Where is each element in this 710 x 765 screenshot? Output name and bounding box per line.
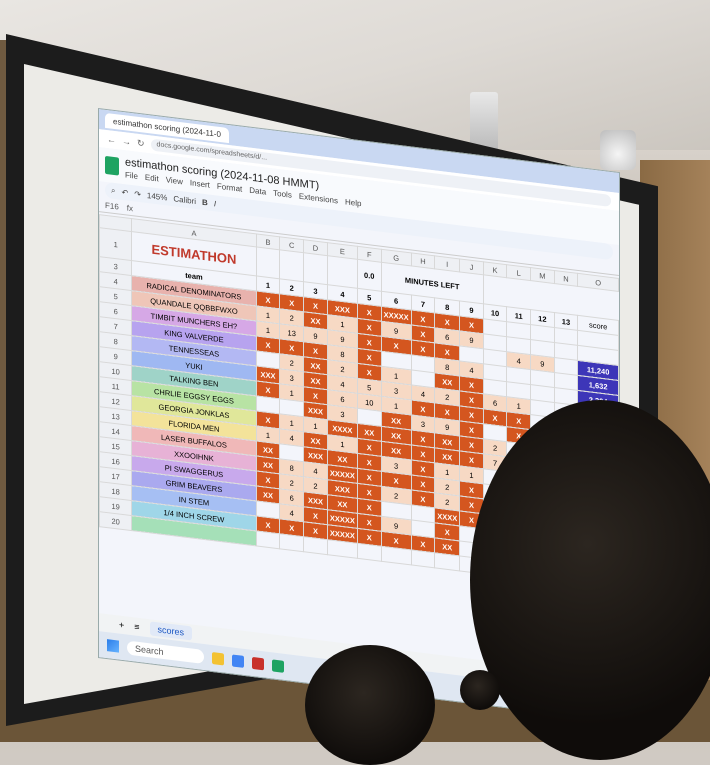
font-select[interactable]: Calibri [173,194,196,206]
bold-icon[interactable]: B [202,197,208,207]
empty-cell[interactable] [327,255,358,289]
windows-start-icon[interactable] [107,639,119,653]
row-header[interactable]: 20 [99,511,132,531]
column-header-m[interactable]: M [530,267,555,284]
column-header-l[interactable]: L [506,264,531,281]
column-header-k[interactable]: K [483,261,507,278]
file-explorer-icon[interactable] [211,651,224,666]
menu-item-view[interactable]: View [166,175,183,186]
column-header-o[interactable]: O [577,273,619,292]
audience-head-far [460,670,500,710]
answer-cell[interactable] [303,536,328,555]
italic-icon[interactable]: I [214,199,216,208]
reload-icon[interactable]: ↻ [137,137,145,149]
menu-item-edit[interactable]: Edit [145,172,159,183]
menu-item-insert[interactable]: Insert [190,178,210,189]
answer-cell[interactable] [381,546,412,565]
answer-cell[interactable] [357,543,382,562]
column-header-n[interactable]: N [554,270,578,287]
empty-cell[interactable] [256,246,280,279]
answer-cell[interactable] [256,530,280,549]
answer-cell[interactable] [279,533,304,552]
empty-cell[interactable] [303,252,328,285]
zoom-select[interactable]: 145% [147,191,167,203]
audience-head-center [305,645,435,765]
row-header[interactable]: 1 [99,227,132,261]
sheets-taskbar-icon[interactable] [271,659,284,673]
redo-icon[interactable]: ↷ [134,189,141,199]
taskbar-search[interactable]: Search [127,640,204,664]
app-icon[interactable] [251,656,264,671]
answer-cell[interactable] [411,549,435,568]
fx-icon: fx [126,203,134,213]
menu-item-help[interactable]: Help [345,197,361,208]
timer-value: 0.0 [357,259,382,292]
answer-cell[interactable] [327,539,358,559]
name-box[interactable]: F16 [105,200,119,211]
projector-mount [470,92,498,152]
empty-cell[interactable] [279,249,304,282]
sheets-icon[interactable] [105,155,119,176]
search-menus-icon[interactable]: ⌕ [111,186,115,197]
add-sheet-icon[interactable]: + [119,620,124,631]
menu-item-file[interactable]: File [125,170,138,181]
answer-cell[interactable] [434,552,460,571]
forward-icon[interactable]: → [122,136,131,147]
all-sheets-icon[interactable]: ≡ [134,621,139,632]
menu-item-tools[interactable]: Tools [273,188,292,199]
menu-item-format[interactable]: Format [217,181,242,193]
back-icon[interactable]: ← [107,134,116,145]
chrome-icon[interactable] [231,654,244,668]
menu-item-data[interactable]: Data [249,185,266,196]
ceiling-camera [600,130,636,170]
undo-icon[interactable]: ↶ [121,187,128,197]
